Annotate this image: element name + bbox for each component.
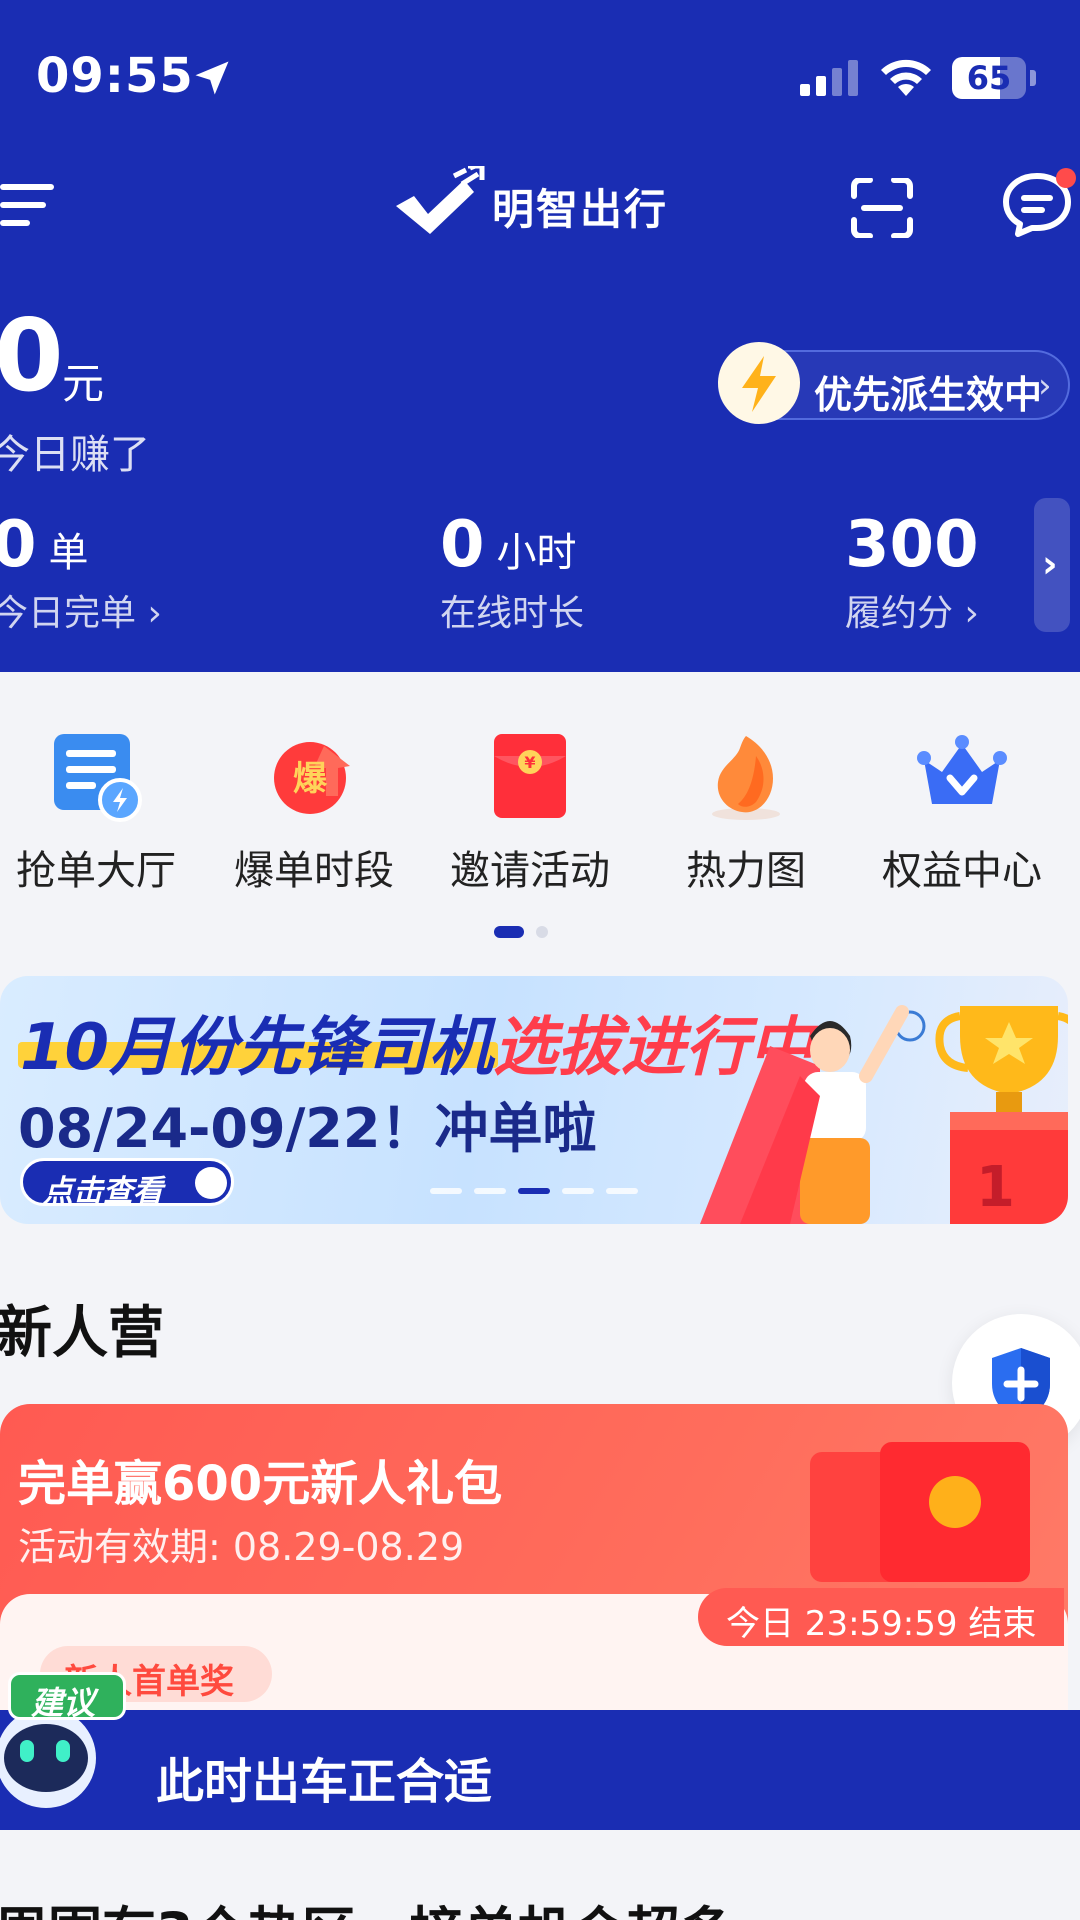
svg-text:爆: 爆 bbox=[293, 759, 328, 799]
section-title: 新人营 bbox=[0, 1301, 164, 1366]
entry-benefits-center[interactable]: 权益中心 bbox=[854, 720, 1070, 894]
entry-label: 爆单时段 bbox=[234, 848, 394, 894]
promo-banner[interactable]: 10月份先锋司机选拔进行中 08/24-09/22！冲单啦 点击查看 1 bbox=[0, 976, 1068, 1224]
priority-label: 优先派生效中 bbox=[814, 373, 1043, 417]
entry-label: 热力图 bbox=[686, 848, 806, 894]
battery-indicator: 65 bbox=[952, 57, 1036, 99]
entry-surge-period[interactable]: 爆 爆单时段 bbox=[206, 720, 422, 894]
status-bar: 09:55 65 bbox=[0, 0, 1080, 150]
badge-label: 建议 bbox=[31, 1684, 96, 1722]
entry-label: 权益中心 bbox=[882, 848, 1042, 894]
entry-order-hall[interactable]: 抢单大厅 bbox=[0, 720, 204, 894]
entry-label: 抢单大厅 bbox=[16, 848, 176, 894]
promo-title: 完单赢600元新人礼包 bbox=[18, 1456, 503, 1512]
stat-label: 履约分 › bbox=[845, 593, 979, 634]
stat-label: 在线时长 bbox=[440, 593, 585, 634]
stat-orders[interactable]: 0单 今日完单 › bbox=[0, 512, 162, 636]
cellular-signal-icon bbox=[800, 60, 858, 96]
stat-unit: 单 bbox=[48, 530, 89, 576]
entry-invite-activity[interactable]: ¥ 邀请活动 bbox=[422, 720, 638, 894]
suggestion-badge: 建议 bbox=[8, 1672, 126, 1722]
header-panel: 09:55 65 明智出行 0 元 今日赚了 优先派生效中 › 0 单 今日完单… bbox=[0, 0, 1080, 672]
app-logo: 明智出行 bbox=[392, 166, 668, 246]
stat-label: 今日完单 › bbox=[0, 593, 162, 634]
banner-carousel-dots bbox=[430, 1188, 638, 1194]
stat-value: 0 bbox=[440, 508, 485, 582]
unread-dot bbox=[1056, 168, 1076, 188]
location-arrow-icon bbox=[195, 61, 229, 95]
new-user-promo-card[interactable]: 完单赢600元新人礼包 活动有效期: 08.29-08.29 今日 23:59:… bbox=[0, 1404, 1068, 1714]
earnings-amount: 0 bbox=[0, 297, 64, 414]
surge-icon: 爆 bbox=[274, 742, 350, 814]
red-envelope-icon: ¥ bbox=[494, 734, 566, 818]
stat-online-hours: 0 小时 在线时长 bbox=[440, 512, 584, 636]
countdown-text: 今日 23:59:59 结束 bbox=[726, 1604, 1037, 1644]
suggestion-text: 此时出车正合适 bbox=[156, 1754, 493, 1810]
promo-countdown: 今日 23:59:59 结束 bbox=[698, 1588, 1064, 1646]
order-hall-icon bbox=[54, 734, 142, 822]
entry-heatmap[interactable]: 热力图 bbox=[638, 720, 854, 894]
menu-icon[interactable] bbox=[0, 184, 58, 228]
stat-fulfillment-score[interactable]: 300 履约分 › bbox=[845, 512, 991, 636]
banner-title-main: 10月份先锋司机 bbox=[20, 1011, 494, 1085]
banner-button-label: 点击查看 bbox=[43, 1174, 163, 1209]
flame-icon bbox=[712, 736, 780, 820]
scan-icon[interactable] bbox=[850, 178, 914, 238]
checkmark-logo-icon bbox=[396, 166, 485, 234]
earnings-label: 今日赚了 bbox=[0, 432, 150, 478]
svg-text:¥: ¥ bbox=[524, 753, 535, 772]
svg-text:1: 1 bbox=[976, 1155, 1015, 1220]
stat-value: 300 bbox=[845, 508, 979, 582]
power-icon bbox=[195, 1167, 227, 1199]
banner-driver-trophy-illustration: 1 bbox=[700, 1005, 1068, 1224]
wifi-icon bbox=[881, 59, 931, 96]
chevron-right-icon: › bbox=[1038, 366, 1052, 406]
priority-dispatch-badge[interactable]: 优先派生效中 › bbox=[718, 342, 1070, 424]
chevron-right-icon: › bbox=[1042, 542, 1058, 586]
status-time: 09:55 bbox=[36, 48, 194, 104]
stat-value: 0 bbox=[0, 508, 37, 582]
entry-label: 邀请活动 bbox=[450, 848, 610, 894]
banner-view-button[interactable]: 点击查看 bbox=[20, 1158, 234, 1209]
banner-subtitle: 08/24-09/22！冲单啦 bbox=[18, 1097, 597, 1160]
page-indicator-active bbox=[494, 926, 524, 938]
promo-period: 活动有效期: 08.29-08.29 bbox=[18, 1525, 465, 1569]
stat-unit: 小时 bbox=[496, 530, 577, 576]
crown-icon bbox=[917, 735, 1007, 804]
app-name: 明智出行 bbox=[492, 184, 669, 234]
quick-entry-grid: 抢单大厅 爆 爆单时段 ¥ 邀请活动 热力图 权益中心 bbox=[0, 720, 1080, 894]
hotzone-headline: 周围有3个热区，接单机会超多 bbox=[0, 1888, 734, 1920]
lightning-icon bbox=[718, 342, 800, 424]
page-indicator bbox=[536, 926, 548, 938]
earnings-unit: 元 bbox=[62, 359, 105, 408]
suggestion-bar[interactable]: 此时出车正合适 bbox=[0, 1710, 1080, 1830]
stats-more-button[interactable]: › bbox=[1034, 498, 1070, 632]
battery-percent: 65 bbox=[966, 59, 1012, 97]
